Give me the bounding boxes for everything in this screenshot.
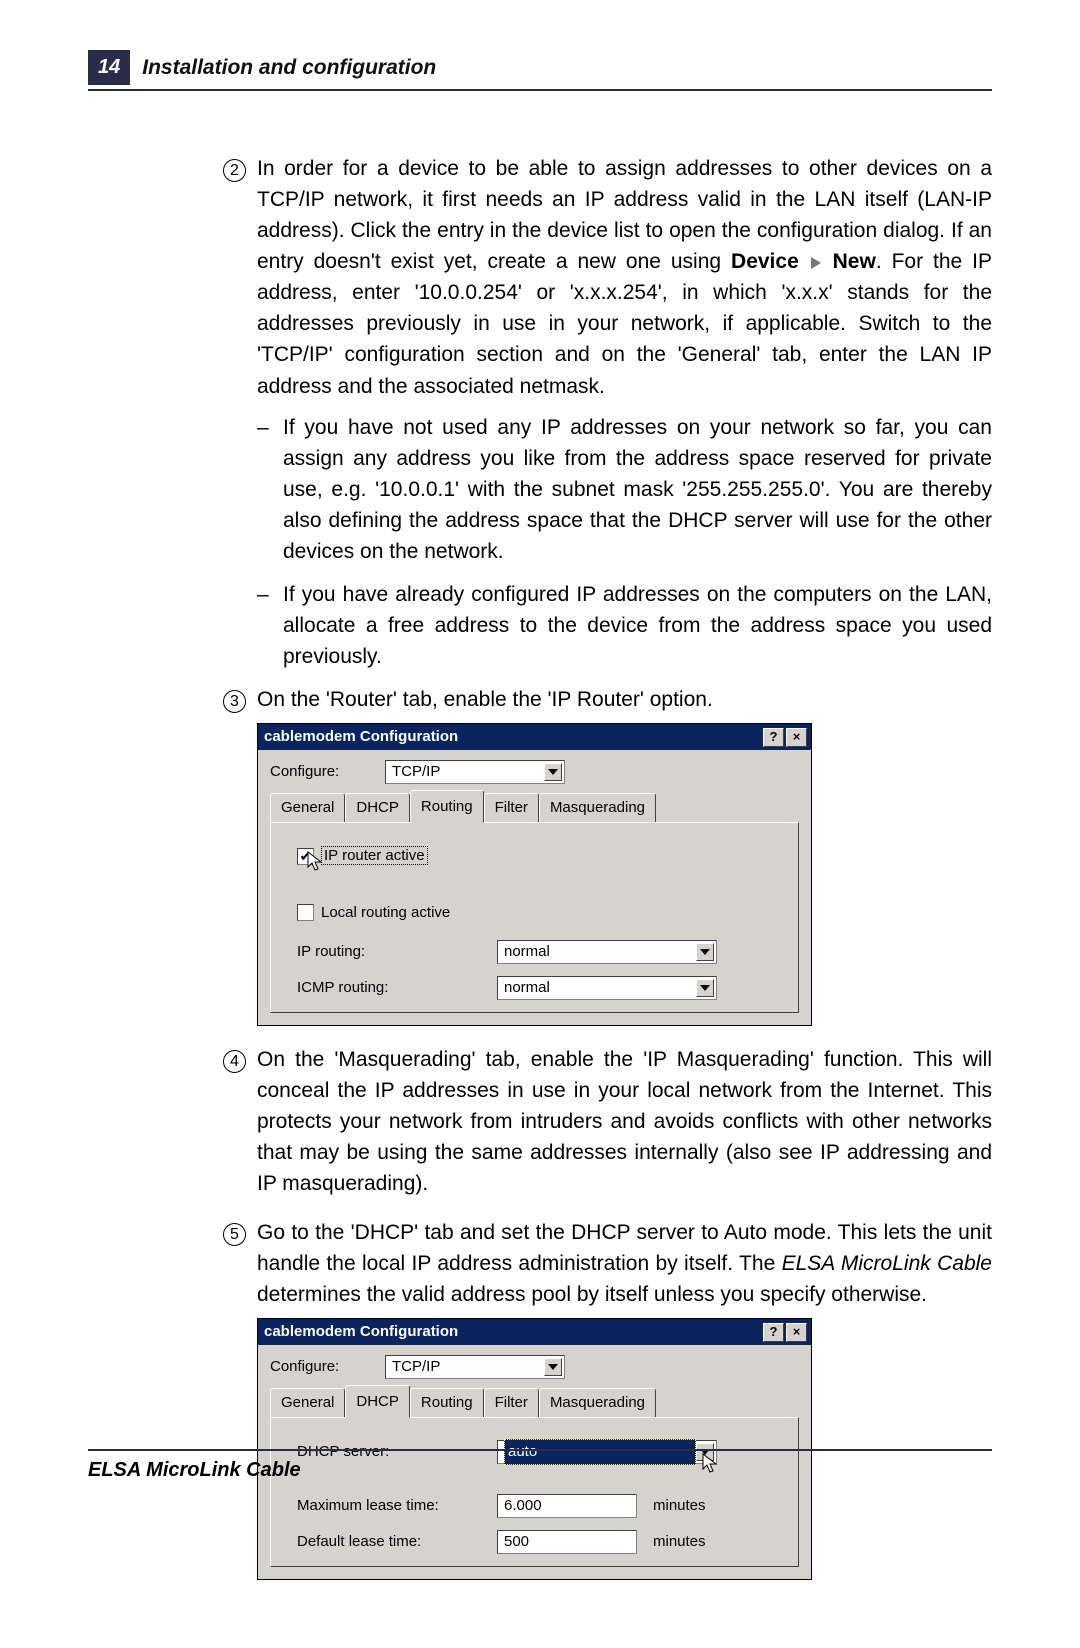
step-5: 5 Go to the 'DHCP' tab and set the DHCP … — [223, 1217, 992, 1310]
ip-router-active-row[interactable]: ✔ IP router active — [297, 845, 780, 867]
max-lease-input[interactable]: 6.000 — [497, 1494, 637, 1518]
cursor-icon — [307, 851, 325, 873]
local-routing-active-row[interactable]: Local routing active — [297, 902, 780, 924]
close-button[interactable]: × — [786, 1323, 807, 1342]
sublist-text: If you have not used any IP addresses on… — [283, 412, 992, 567]
page-footer: ELSA MicroLink Cable — [88, 1449, 992, 1482]
configure-select[interactable]: TCP/IP — [385, 1355, 565, 1379]
step-4-marker: 4 — [223, 1044, 257, 1199]
help-button[interactable]: ? — [763, 1323, 784, 1342]
tab-panel-routing: ✔ IP router active Local routing active … — [270, 822, 799, 1012]
tab-general[interactable]: General — [270, 1388, 345, 1417]
step-4: 4 On the 'Masquerading' tab, enable the … — [223, 1044, 992, 1199]
default-lease-label: Default lease time: — [297, 1531, 497, 1553]
arrow-icon — [811, 257, 821, 269]
minutes-label: minutes — [653, 1495, 706, 1517]
step-2-sublist: – If you have not used any IP addresses … — [257, 412, 992, 673]
sublist-item: – If you have not used any IP addresses … — [257, 412, 992, 567]
dropdown-icon[interactable] — [696, 979, 714, 997]
ip-routing-select[interactable]: normal — [497, 940, 717, 964]
local-routing-active-label: Local routing active — [321, 902, 450, 924]
configure-label: Configure: — [270, 1356, 385, 1378]
step-2-marker: 2 — [223, 153, 257, 402]
close-button[interactable]: × — [786, 728, 807, 747]
minutes-label: minutes — [653, 1531, 706, 1553]
max-lease-label: Maximum lease time: — [297, 1495, 497, 1517]
tab-masquerading[interactable]: Masquerading — [539, 1388, 656, 1417]
icmp-routing-select[interactable]: normal — [497, 976, 717, 1000]
dialog-tabs: General DHCP Routing Filter Masquerading — [270, 796, 799, 822]
tab-routing[interactable]: Routing — [410, 790, 484, 823]
dialog-tabs: General DHCP Routing Filter Masquerading — [270, 1391, 799, 1417]
page-number: 14 — [88, 50, 130, 85]
checkbox-icon[interactable] — [297, 904, 314, 921]
step-2: 2 In order for a device to be able to as… — [223, 153, 992, 402]
tab-masquerading[interactable]: Masquerading — [539, 793, 656, 822]
ip-router-active-label: IP router active — [321, 846, 428, 865]
step-2-text: In order for a device to be able to assi… — [257, 153, 992, 402]
tab-routing[interactable]: Routing — [410, 1388, 484, 1417]
step-3-marker: 3 — [223, 684, 257, 715]
dialog-title: cablemodem Configuration — [264, 726, 761, 748]
step-3: 3 On the 'Router' tab, enable the 'IP Ro… — [223, 684, 992, 715]
dialog-titlebar[interactable]: cablemodem Configuration ? × — [258, 724, 811, 750]
help-button[interactable]: ? — [763, 728, 784, 747]
step-5-marker: 5 — [223, 1217, 257, 1310]
tab-filter[interactable]: Filter — [484, 793, 539, 822]
step-5-text: Go to the 'DHCP' tab and set the DHCP se… — [257, 1217, 992, 1310]
section-title: Installation and configuration — [142, 56, 436, 80]
ip-routing-label: IP routing: — [297, 941, 497, 963]
configure-label: Configure: — [270, 761, 385, 783]
dialog-titlebar[interactable]: cablemodem Configuration ? × — [258, 1319, 811, 1345]
dialog-title: cablemodem Configuration — [264, 1321, 761, 1343]
sublist-text: If you have already configured IP addres… — [283, 579, 992, 672]
content-body: 2 In order for a device to be able to as… — [223, 153, 992, 1580]
dropdown-icon[interactable] — [696, 943, 714, 961]
dropdown-icon[interactable] — [544, 1358, 562, 1376]
tab-dhcp[interactable]: DHCP — [345, 1385, 410, 1418]
dropdown-icon[interactable] — [544, 763, 562, 781]
tab-filter[interactable]: Filter — [484, 1388, 539, 1417]
tab-dhcp[interactable]: DHCP — [345, 793, 410, 822]
sublist-item: – If you have already configured IP addr… — [257, 579, 992, 672]
tab-general[interactable]: General — [270, 793, 345, 822]
configure-select[interactable]: TCP/IP — [385, 760, 565, 784]
icmp-routing-label: ICMP routing: — [297, 977, 497, 999]
tab-panel-dhcp: DHCP server: auto Maximum lease time: 6.… — [270, 1417, 799, 1567]
step-4-text: On the 'Masquerading' tab, enable the 'I… — [257, 1044, 992, 1199]
page-header: 14 Installation and configuration — [88, 50, 992, 91]
default-lease-input[interactable]: 500 — [497, 1530, 637, 1554]
step-3-text: On the 'Router' tab, enable the 'IP Rout… — [257, 684, 992, 715]
config-dialog-routing: cablemodem Configuration ? × Configure: … — [257, 723, 812, 1025]
